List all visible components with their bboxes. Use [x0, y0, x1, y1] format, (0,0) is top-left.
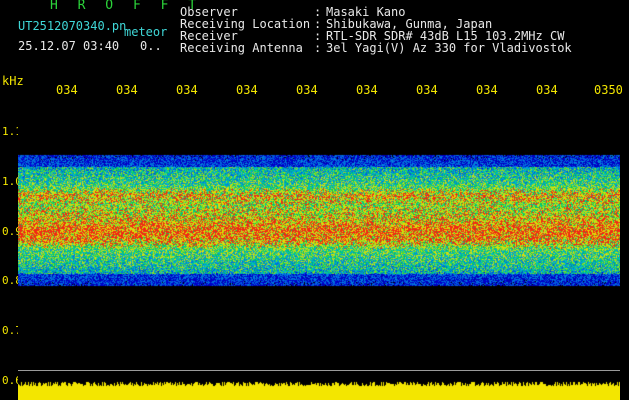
- time-tick-2: 034: [116, 83, 138, 97]
- time-tick-4: 034: [236, 83, 258, 97]
- time-tick-10: 0350: [594, 83, 623, 97]
- meteor-label: meteor: [124, 25, 168, 39]
- time-tick-7: 034: [416, 83, 438, 97]
- time-tick-5: 034: [296, 83, 318, 97]
- counter-label: 0..: [140, 39, 162, 53]
- time-tick-6: 034: [356, 83, 378, 97]
- baseline-line: [18, 370, 620, 371]
- time-tick-1: 034: [56, 83, 78, 97]
- time-tick-8: 034: [476, 83, 498, 97]
- info-label-antenna: Receiving Antenna: [180, 41, 303, 55]
- filename-label: UT2512070340.pn: [18, 19, 127, 33]
- spectrogram: [18, 100, 620, 400]
- info-sep-antenna: :: [314, 41, 322, 55]
- info-value-antenna: 3el Yagi(V) Az 330 for Vladivostok: [326, 41, 572, 55]
- datetime-label: 25.12.07 03:40: [18, 39, 120, 53]
- time-tick-3: 034: [176, 83, 198, 97]
- y-axis-unit: kHz: [2, 74, 24, 88]
- time-tick-9: 034: [536, 83, 558, 97]
